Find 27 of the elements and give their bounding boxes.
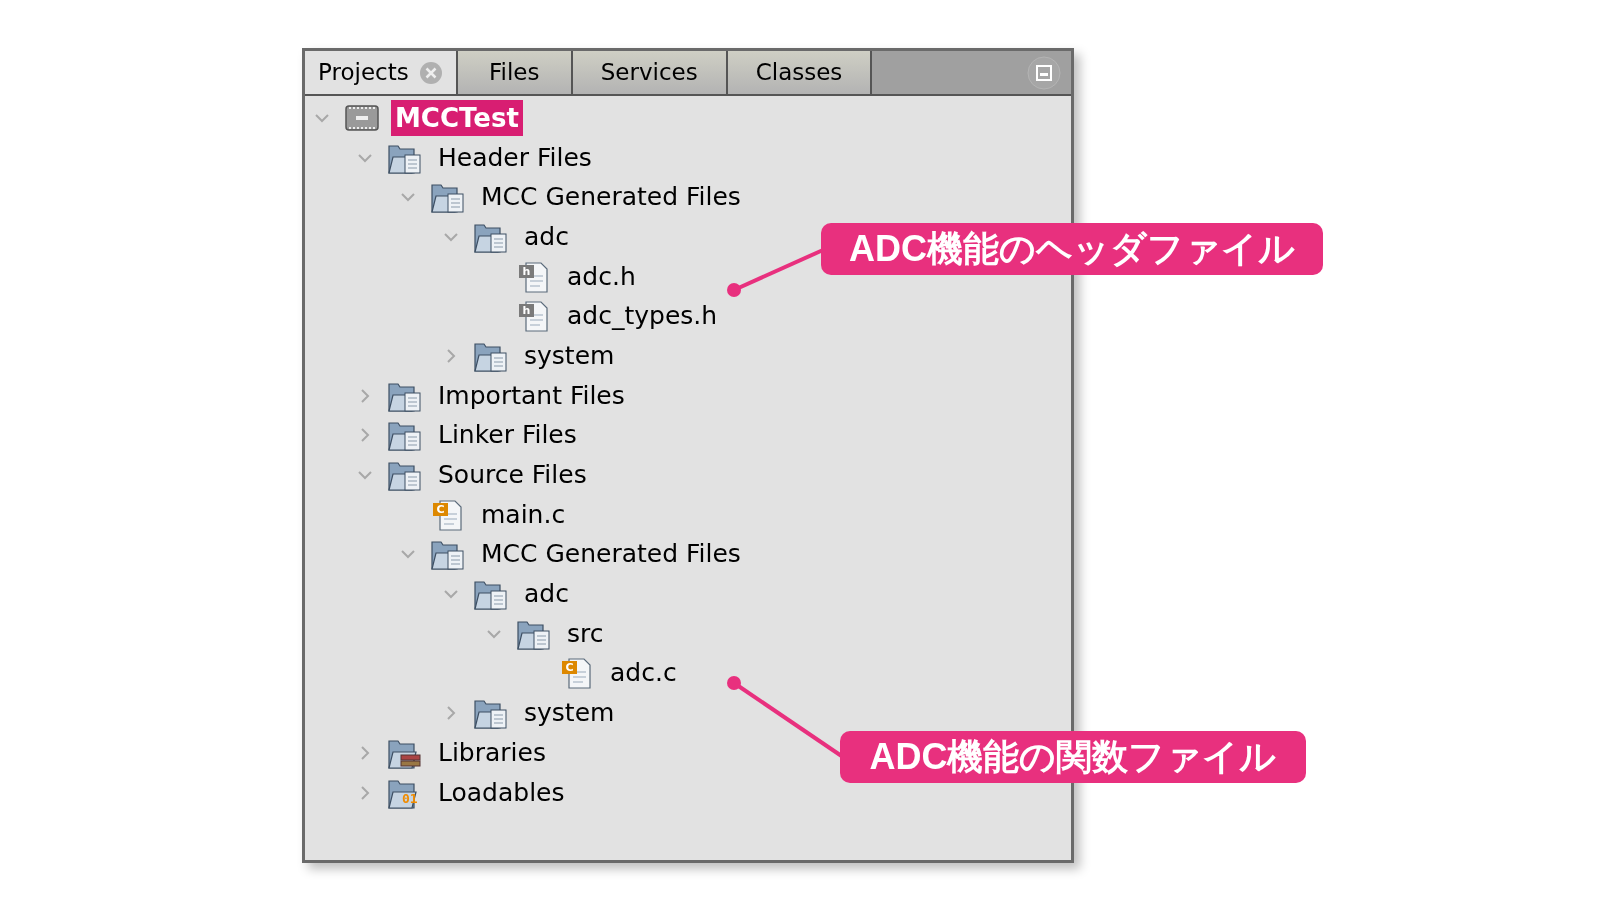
tree-item[interactable]: Libraries [438,734,546,771]
close-icon[interactable] [418,60,443,85]
tree-item[interactable]: adc_types.h [567,298,718,335]
tree-item[interactable]: MCCTest [391,99,523,136]
tree-item[interactable]: adc.h [567,258,636,295]
tree-item[interactable]: Loadables [438,774,565,811]
tree-item[interactable]: adc [524,576,569,613]
tree-item[interactable]: Important Files [438,377,625,414]
tree-item[interactable]: adc.c [610,655,677,692]
tree-item[interactable]: MCC Generated Files [481,179,741,216]
tree-item[interactable]: main.c [481,496,566,533]
tab[interactable]: Files [457,51,573,94]
tree-item[interactable]: Linker Files [438,417,577,454]
tree-item[interactable]: system [524,695,615,732]
tab[interactable]: Services [572,51,728,94]
tab[interactable]: Classes [727,51,873,94]
tree-item[interactable]: Header Files [438,139,592,176]
tree-item[interactable]: Source Files [438,457,587,494]
tree-item[interactable]: adc [524,218,569,255]
minimize-icon[interactable] [1027,55,1061,90]
callout-label: ADC機能の関数ファイル [840,731,1306,783]
tab[interactable]: Projects [305,51,458,94]
digits-label: 01 [402,791,418,805]
tree-item[interactable]: system [524,337,615,374]
tree-item[interactable]: src [567,615,604,652]
callout-label: ADC機能のヘッダファイル [821,223,1323,275]
tree-item[interactable]: MCC Generated Files [481,536,741,573]
